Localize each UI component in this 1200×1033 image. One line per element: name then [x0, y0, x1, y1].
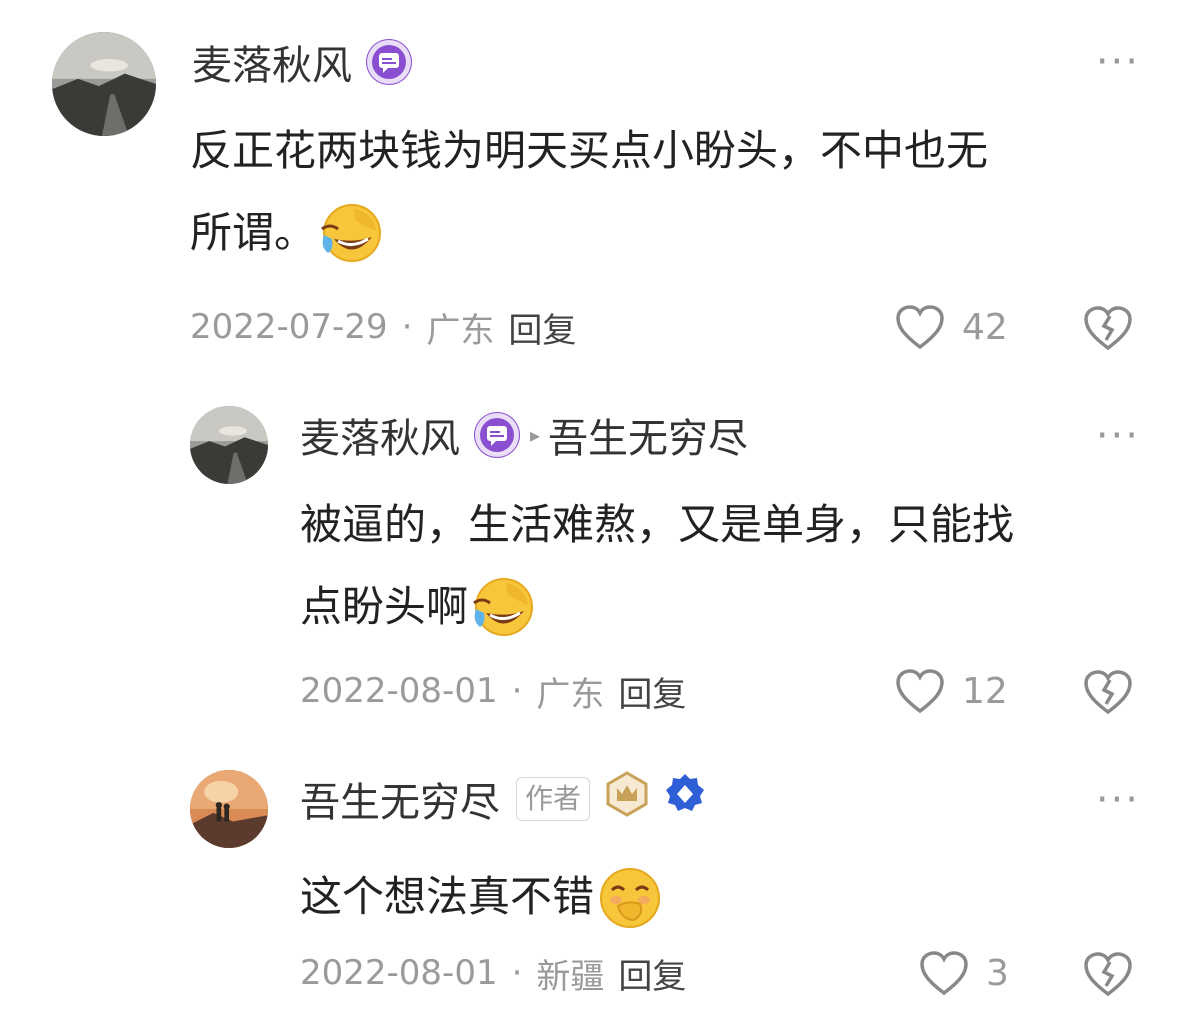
comment-text-line: 反正花两块钱为明天买点小盼头，不中也无	[190, 126, 989, 175]
verified-badge-icon	[662, 771, 708, 827]
more-options-button[interactable]: ···	[1096, 416, 1140, 456]
laughing-crying-emoji-icon	[468, 573, 536, 641]
like-count: 12	[962, 670, 1008, 712]
like-heart-icon[interactable]	[918, 949, 970, 997]
comment-text-line: 所谓。	[190, 208, 317, 257]
crown-badge-icon	[604, 771, 650, 827]
like-count: 3	[986, 952, 1009, 994]
comment-date: 2022-08-01	[300, 953, 498, 993]
reply-button[interactable]: 回复	[508, 303, 576, 352]
broken-heart-icon[interactable]	[1082, 950, 1134, 998]
comment-location: 广东	[426, 310, 495, 351]
comment-text-line: 点盼头啊	[300, 582, 469, 631]
comment-date: 2022-07-29	[190, 307, 388, 347]
laughing-crying-emoji-icon	[316, 199, 384, 267]
comment-date: 2022-08-01	[300, 671, 498, 711]
separator-dot: ·	[511, 953, 523, 993]
landscape-avatar-image	[52, 32, 156, 136]
username[interactable]: 吾生无穷尽	[300, 770, 500, 828]
comment-location: 新疆	[536, 956, 605, 997]
chat-badge-icon	[366, 39, 412, 85]
comment-text-line: 被逼的，生活难熬，又是单身，只能找	[300, 500, 1015, 549]
sunset-couple-avatar-image	[190, 770, 268, 848]
broken-heart-icon[interactable]	[1082, 668, 1134, 716]
comment-location: 广东	[536, 674, 605, 715]
more-options-button[interactable]: ···	[1096, 780, 1140, 820]
separator-dot: ·	[401, 307, 413, 347]
avatar[interactable]	[52, 32, 156, 136]
avatar[interactable]	[190, 770, 268, 848]
chat-badge-icon	[474, 412, 520, 458]
avatar[interactable]	[190, 406, 268, 484]
reply-arrow-icon: ▸	[530, 423, 541, 447]
like-count: 42	[962, 306, 1008, 348]
username[interactable]: 麦落秋风	[192, 33, 352, 91]
broken-heart-icon[interactable]	[1082, 304, 1134, 352]
reply-button[interactable]: 回复	[618, 667, 686, 716]
comment-text-line: 这个想法真不错	[300, 872, 595, 921]
more-options-button[interactable]: ···	[1096, 42, 1140, 82]
like-heart-icon[interactable]	[894, 303, 946, 351]
reply-button[interactable]: 回复	[618, 949, 686, 998]
landscape-avatar-image	[190, 406, 268, 484]
smirk-hand-over-mouth-emoji-icon	[594, 862, 664, 932]
separator-dot: ·	[511, 671, 523, 711]
reply-to-username[interactable]: 吾生无穷尽	[548, 406, 748, 464]
username[interactable]: 麦落秋风	[300, 406, 460, 464]
like-heart-icon[interactable]	[894, 667, 946, 715]
author-tag: 作者	[516, 777, 591, 821]
